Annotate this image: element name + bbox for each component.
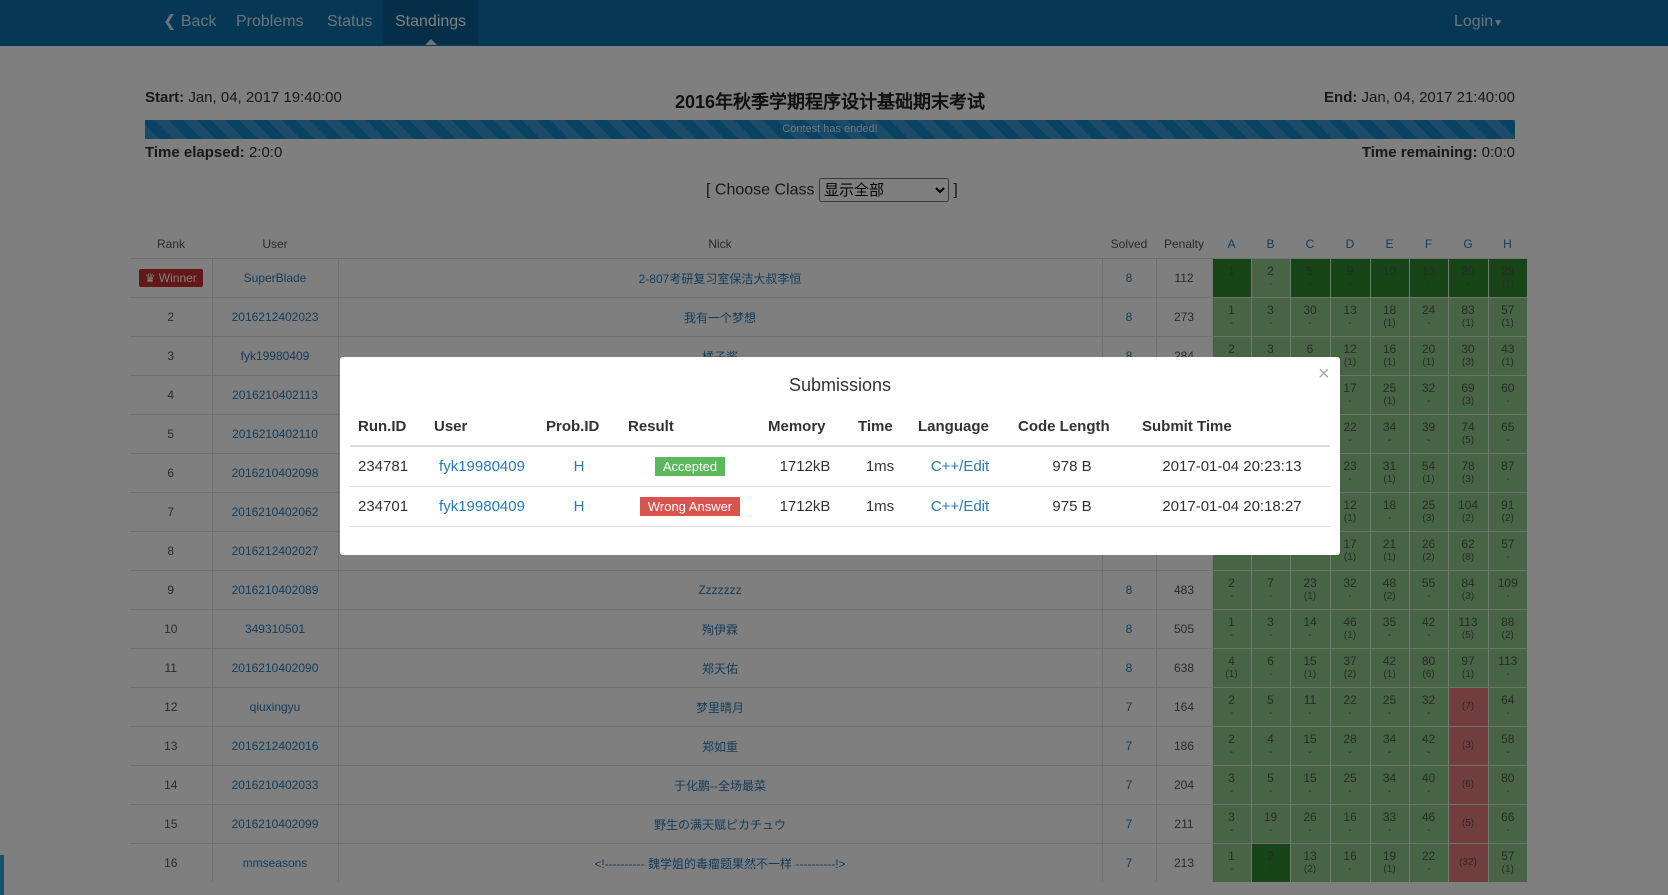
col-result: Result xyxy=(620,407,760,447)
result-wrong-answer-badge: Wrong Answer xyxy=(639,497,741,516)
memory: 1712kB xyxy=(760,486,850,527)
time: 1ms xyxy=(850,486,910,527)
col-run-id: Run.ID xyxy=(350,407,426,447)
col-language: Language xyxy=(910,407,1010,447)
submit-time: 2017-01-04 20:23:13 xyxy=(1134,446,1330,487)
run-id: 234781 xyxy=(350,446,426,487)
submit-time: 2017-01-04 20:18:27 xyxy=(1134,486,1330,527)
col-submit-time: Submit Time xyxy=(1134,407,1330,447)
modal-title: Submissions xyxy=(788,375,892,395)
submission-row: 234781 fyk19980409 H Accepted 1712kB 1ms… xyxy=(350,446,1330,487)
submission-row: 234701 fyk19980409 H Wrong Answer 1712kB… xyxy=(350,486,1330,527)
close-icon[interactable]: × xyxy=(1318,363,1330,386)
submissions-modal: Submissions × Run.ID User Prob.ID Result… xyxy=(340,357,1340,555)
code-length: 978 B xyxy=(1010,446,1134,487)
problem-link[interactable]: H xyxy=(574,458,585,475)
submissions-table: Run.ID User Prob.ID Result Memory Time L… xyxy=(350,407,1330,527)
col-time: Time xyxy=(850,407,910,447)
language-edit-link[interactable]: C++/Edit xyxy=(931,498,989,515)
time: 1ms xyxy=(850,446,910,487)
col-memory: Memory xyxy=(760,407,850,447)
result-accepted-badge: Accepted xyxy=(654,457,726,476)
col-code-length: Code Length xyxy=(1010,407,1134,447)
code-length: 975 B xyxy=(1010,486,1134,527)
col-prob-id: Prob.ID xyxy=(538,407,620,447)
submission-user-link[interactable]: fyk19980409 xyxy=(439,458,525,475)
col-sub-user: User xyxy=(426,407,538,447)
language-edit-link[interactable]: C++/Edit xyxy=(931,458,989,475)
memory: 1712kB xyxy=(760,446,850,487)
submission-user-link[interactable]: fyk19980409 xyxy=(439,498,525,515)
run-id: 234701 xyxy=(350,486,426,527)
submissions-header-row: Run.ID User Prob.ID Result Memory Time L… xyxy=(350,407,1330,447)
problem-link[interactable]: H xyxy=(574,498,585,515)
